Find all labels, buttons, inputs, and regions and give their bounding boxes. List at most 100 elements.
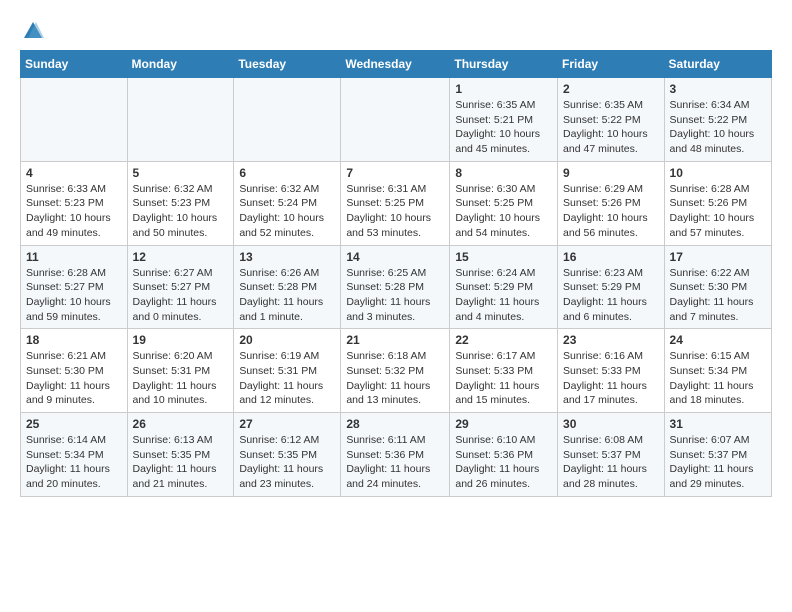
day-number: 29 bbox=[455, 417, 552, 431]
day-info: Sunrise: 6:28 AM Sunset: 5:27 PM Dayligh… bbox=[26, 266, 122, 325]
column-header-friday: Friday bbox=[558, 51, 665, 78]
calendar-week-row: 1 Sunrise: 6:35 AM Sunset: 5:21 PM Daylig… bbox=[21, 78, 772, 162]
day-number: 21 bbox=[346, 333, 444, 347]
calendar-cell: 1 Sunrise: 6:35 AM Sunset: 5:21 PM Daylig… bbox=[450, 78, 558, 162]
day-info: Sunrise: 6:08 AM Sunset: 5:37 PM Dayligh… bbox=[563, 433, 659, 492]
calendar-cell: 4 Sunrise: 6:33 AM Sunset: 5:23 PM Daylig… bbox=[21, 161, 128, 245]
day-info: Sunrise: 6:24 AM Sunset: 5:29 PM Dayligh… bbox=[455, 266, 552, 325]
day-info: Sunrise: 6:25 AM Sunset: 5:28 PM Dayligh… bbox=[346, 266, 444, 325]
calendar-cell: 31 Sunrise: 6:07 AM Sunset: 5:37 PM Dayli… bbox=[664, 413, 771, 497]
calendar-cell: 10Sunrise: 6:28 AM Sunset: 5:26 PM Dayli… bbox=[664, 161, 771, 245]
day-info: Sunrise: 6:19 AM Sunset: 5:31 PM Dayligh… bbox=[239, 349, 335, 408]
day-number: 30 bbox=[563, 417, 659, 431]
calendar-cell: 8 Sunrise: 6:30 AM Sunset: 5:25 PM Daylig… bbox=[450, 161, 558, 245]
column-header-sunday: Sunday bbox=[21, 51, 128, 78]
day-info: Sunrise: 6:32 AM Sunset: 5:24 PM Dayligh… bbox=[239, 182, 335, 241]
day-number: 17 bbox=[670, 250, 766, 264]
day-number: 26 bbox=[133, 417, 229, 431]
day-number: 27 bbox=[239, 417, 335, 431]
calendar-cell: 23 Sunrise: 6:16 AM Sunset: 5:33 PM Dayli… bbox=[558, 329, 665, 413]
day-info: Sunrise: 6:32 AM Sunset: 5:23 PM Dayligh… bbox=[133, 182, 229, 241]
calendar-cell: 13 Sunrise: 6:26 AM Sunset: 5:28 PM Dayli… bbox=[234, 245, 341, 329]
calendar-cell: 6 Sunrise: 6:32 AM Sunset: 5:24 PM Daylig… bbox=[234, 161, 341, 245]
calendar-cell: 26 Sunrise: 6:13 AM Sunset: 5:35 PM Dayli… bbox=[127, 413, 234, 497]
column-header-saturday: Saturday bbox=[664, 51, 771, 78]
day-number: 16 bbox=[563, 250, 659, 264]
calendar-cell: 11 Sunrise: 6:28 AM Sunset: 5:27 PM Dayli… bbox=[21, 245, 128, 329]
day-info: Sunrise: 6:17 AM Sunset: 5:33 PM Dayligh… bbox=[455, 349, 552, 408]
day-info: Sunrise: 6:35 AM Sunset: 5:22 PM Dayligh… bbox=[563, 98, 659, 157]
calendar-week-row: 25 Sunrise: 6:14 AM Sunset: 5:34 PM Dayli… bbox=[21, 413, 772, 497]
day-number: 19 bbox=[133, 333, 229, 347]
calendar-cell bbox=[127, 78, 234, 162]
day-info: Sunrise: 6:07 AM Sunset: 5:37 PM Dayligh… bbox=[670, 433, 766, 492]
day-info: Sunrise: 6:10 AM Sunset: 5:36 PM Dayligh… bbox=[455, 433, 552, 492]
day-number: 1 bbox=[455, 82, 552, 96]
column-header-monday: Monday bbox=[127, 51, 234, 78]
day-info: Sunrise: 6:33 AM Sunset: 5:23 PM Dayligh… bbox=[26, 182, 122, 241]
day-number: 22 bbox=[455, 333, 552, 347]
calendar-cell: 3 Sunrise: 6:34 AM Sunset: 5:22 PM Daylig… bbox=[664, 78, 771, 162]
calendar-cell: 21 Sunrise: 6:18 AM Sunset: 5:32 PM Dayli… bbox=[341, 329, 450, 413]
day-info: Sunrise: 6:18 AM Sunset: 5:32 PM Dayligh… bbox=[346, 349, 444, 408]
day-info: Sunrise: 6:21 AM Sunset: 5:30 PM Dayligh… bbox=[26, 349, 122, 408]
day-number: 9 bbox=[563, 166, 659, 180]
day-number: 12 bbox=[133, 250, 229, 264]
day-number: 28 bbox=[346, 417, 444, 431]
day-info: Sunrise: 6:15 AM Sunset: 5:34 PM Dayligh… bbox=[670, 349, 766, 408]
day-number: 3 bbox=[670, 82, 766, 96]
column-header-tuesday: Tuesday bbox=[234, 51, 341, 78]
calendar-cell: 17Sunrise: 6:22 AM Sunset: 5:30 PM Dayli… bbox=[664, 245, 771, 329]
calendar-week-row: 4 Sunrise: 6:33 AM Sunset: 5:23 PM Daylig… bbox=[21, 161, 772, 245]
calendar-cell: 12 Sunrise: 6:27 AM Sunset: 5:27 PM Dayli… bbox=[127, 245, 234, 329]
calendar-cell: 7 Sunrise: 6:31 AM Sunset: 5:25 PM Daylig… bbox=[341, 161, 450, 245]
day-number: 20 bbox=[239, 333, 335, 347]
day-info: Sunrise: 6:11 AM Sunset: 5:36 PM Dayligh… bbox=[346, 433, 444, 492]
day-info: Sunrise: 6:14 AM Sunset: 5:34 PM Dayligh… bbox=[26, 433, 122, 492]
calendar-body: 1 Sunrise: 6:35 AM Sunset: 5:21 PM Daylig… bbox=[21, 78, 772, 497]
calendar-cell bbox=[234, 78, 341, 162]
day-number: 6 bbox=[239, 166, 335, 180]
day-info: Sunrise: 6:27 AM Sunset: 5:27 PM Dayligh… bbox=[133, 266, 229, 325]
calendar-week-row: 18 Sunrise: 6:21 AM Sunset: 5:30 PM Dayli… bbox=[21, 329, 772, 413]
day-info: Sunrise: 6:28 AM Sunset: 5:26 PM Dayligh… bbox=[670, 182, 766, 241]
calendar-cell: 20 Sunrise: 6:19 AM Sunset: 5:31 PM Dayli… bbox=[234, 329, 341, 413]
day-number: 13 bbox=[239, 250, 335, 264]
day-number: 15 bbox=[455, 250, 552, 264]
day-number: 14 bbox=[346, 250, 444, 264]
day-number: 31 bbox=[670, 417, 766, 431]
calendar-header-row: SundayMondayTuesdayWednesdayThursdayFrid… bbox=[21, 51, 772, 78]
day-number: 24 bbox=[670, 333, 766, 347]
day-number: 25 bbox=[26, 417, 122, 431]
day-info: Sunrise: 6:26 AM Sunset: 5:28 PM Dayligh… bbox=[239, 266, 335, 325]
day-info: Sunrise: 6:34 AM Sunset: 5:22 PM Dayligh… bbox=[670, 98, 766, 157]
day-number: 8 bbox=[455, 166, 552, 180]
calendar-cell: 19Sunrise: 6:20 AM Sunset: 5:31 PM Dayli… bbox=[127, 329, 234, 413]
day-info: Sunrise: 6:13 AM Sunset: 5:35 PM Dayligh… bbox=[133, 433, 229, 492]
day-number: 7 bbox=[346, 166, 444, 180]
logo bbox=[20, 20, 44, 42]
day-info: Sunrise: 6:16 AM Sunset: 5:33 PM Dayligh… bbox=[563, 349, 659, 408]
day-info: Sunrise: 6:31 AM Sunset: 5:25 PM Dayligh… bbox=[346, 182, 444, 241]
calendar-cell: 28 Sunrise: 6:11 AM Sunset: 5:36 PM Dayli… bbox=[341, 413, 450, 497]
calendar-cell: 5Sunrise: 6:32 AM Sunset: 5:23 PM Daylig… bbox=[127, 161, 234, 245]
day-info: Sunrise: 6:30 AM Sunset: 5:25 PM Dayligh… bbox=[455, 182, 552, 241]
day-number: 2 bbox=[563, 82, 659, 96]
calendar-week-row: 11 Sunrise: 6:28 AM Sunset: 5:27 PM Dayli… bbox=[21, 245, 772, 329]
day-info: Sunrise: 6:12 AM Sunset: 5:35 PM Dayligh… bbox=[239, 433, 335, 492]
calendar-cell: 29 Sunrise: 6:10 AM Sunset: 5:36 PM Dayli… bbox=[450, 413, 558, 497]
day-number: 4 bbox=[26, 166, 122, 180]
calendar-cell: 14 Sunrise: 6:25 AM Sunset: 5:28 PM Dayli… bbox=[341, 245, 450, 329]
calendar-cell bbox=[21, 78, 128, 162]
header bbox=[20, 16, 772, 42]
calendar-cell: 30 Sunrise: 6:08 AM Sunset: 5:37 PM Dayli… bbox=[558, 413, 665, 497]
calendar-cell: 18 Sunrise: 6:21 AM Sunset: 5:30 PM Dayli… bbox=[21, 329, 128, 413]
day-number: 11 bbox=[26, 250, 122, 264]
day-info: Sunrise: 6:35 AM Sunset: 5:21 PM Dayligh… bbox=[455, 98, 552, 157]
day-number: 18 bbox=[26, 333, 122, 347]
calendar-cell bbox=[341, 78, 450, 162]
column-header-wednesday: Wednesday bbox=[341, 51, 450, 78]
day-number: 23 bbox=[563, 333, 659, 347]
calendar-cell: 16Sunrise: 6:23 AM Sunset: 5:29 PM Dayli… bbox=[558, 245, 665, 329]
calendar-table: SundayMondayTuesdayWednesdayThursdayFrid… bbox=[20, 50, 772, 497]
